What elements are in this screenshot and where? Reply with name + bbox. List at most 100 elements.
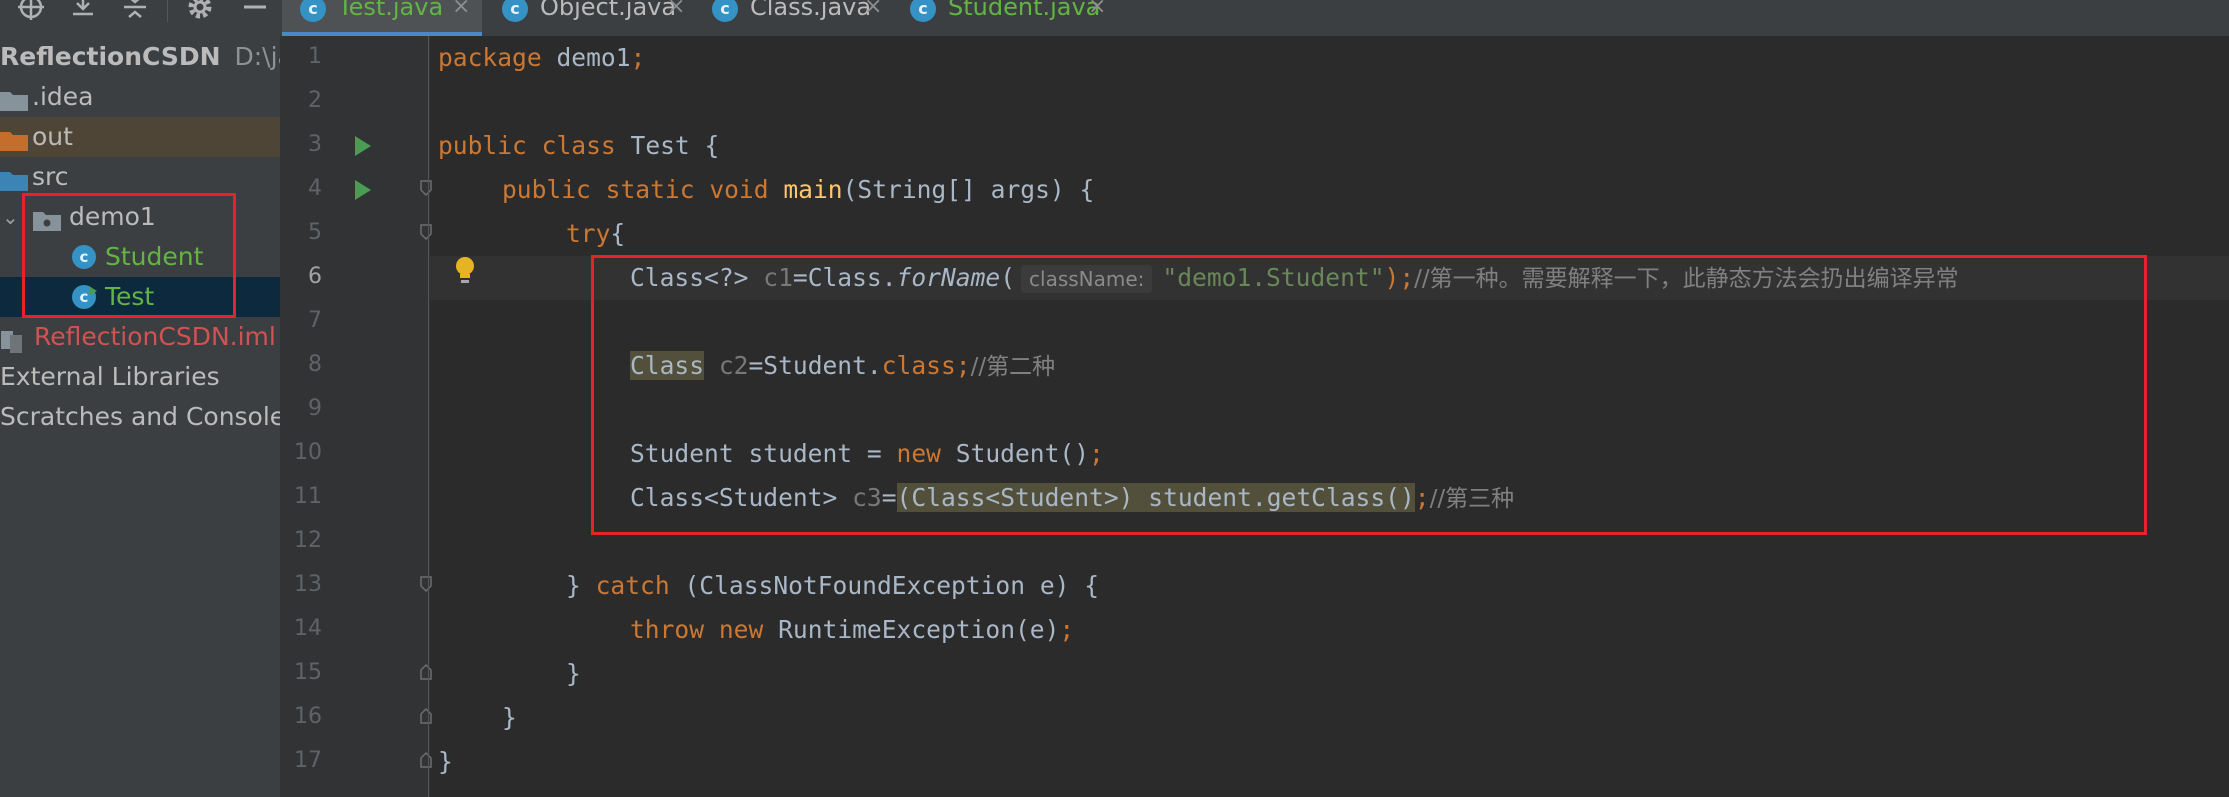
editor-tab-bar: c Test.java × c Object.java × c Class.ja…	[280, 0, 2229, 37]
line-number: 8	[308, 352, 322, 377]
lightbulb-icon[interactable]	[453, 256, 477, 286]
code-line-4[interactable]: public static void main(String[] args) {	[502, 168, 1094, 212]
keyword: public	[502, 175, 591, 204]
code-text: (String[] args) {	[842, 175, 1095, 204]
close-icon[interactable]: ×	[667, 0, 685, 18]
line-number: 9	[308, 396, 322, 421]
line-number: 13	[294, 572, 322, 597]
tree-item-label: src	[32, 162, 69, 191]
locate-icon[interactable]	[16, 0, 46, 22]
project-name: ReflectionCSDN	[0, 42, 221, 71]
tree-item-label: .idea	[32, 82, 94, 111]
gear-icon[interactable]	[185, 0, 215, 22]
java-class-icon: c	[502, 0, 528, 22]
code-text: }	[502, 703, 517, 732]
expand-all-icon[interactable]	[68, 0, 98, 22]
close-icon[interactable]: ×	[864, 0, 882, 18]
tab-label: Object.java	[540, 0, 677, 21]
line-number: 15	[294, 660, 322, 685]
close-icon[interactable]: ×	[1088, 0, 1106, 18]
line-number: 7	[308, 308, 322, 333]
tree-item-out[interactable]: out	[0, 117, 280, 157]
code-line-17[interactable]: }	[438, 740, 453, 784]
tree-item-idea[interactable]: .idea	[0, 77, 280, 117]
code-text: RuntimeException(e)	[763, 615, 1060, 644]
keyword: public	[438, 131, 527, 160]
line-number: 2	[308, 88, 322, 113]
semicolon: ;	[630, 43, 646, 72]
run-icon[interactable]	[355, 180, 371, 200]
tab-label: Test.java	[338, 0, 444, 21]
annotation-highlight-box	[591, 255, 2147, 535]
java-class-icon: c	[300, 0, 326, 22]
tree-item-label: out	[32, 122, 73, 151]
keyword: catch	[595, 571, 670, 600]
tree-item-src[interactable]: src	[0, 157, 280, 197]
run-icon[interactable]	[355, 136, 371, 156]
fold-icon[interactable]	[420, 576, 432, 592]
code-editor[interactable]: 1 2 3 4 5 6 7 8 9 10 11 12 13 14 15 16 1…	[280, 36, 2229, 797]
code-line-13[interactable]: } catch (ClassNotFoundException e) {	[566, 564, 1099, 608]
code-text: }	[438, 747, 453, 776]
keyword: class	[541, 131, 616, 160]
fold-end-icon[interactable]	[420, 664, 432, 680]
line-number: 6	[308, 264, 322, 289]
line-number: 5	[308, 220, 322, 245]
code-text: demo1	[541, 43, 631, 72]
line-number: 17	[294, 748, 322, 773]
line-number: 14	[294, 616, 322, 641]
tree-item-external-libraries[interactable]: External Libraries	[0, 357, 280, 397]
tree-item-label: ReflectionCSDN.iml	[34, 322, 276, 351]
project-root-label: ReflectionCSDN D:\java	[0, 37, 280, 77]
code-line-3[interactable]: public class Test {	[438, 124, 719, 168]
fold-end-icon[interactable]	[420, 708, 432, 724]
tab-test-java[interactable]: c Test.java ×	[282, 0, 482, 36]
semicolon: ;	[1059, 615, 1075, 644]
java-class-icon: c	[910, 0, 936, 22]
line-number: 16	[294, 704, 322, 729]
code-line-5[interactable]: try{	[566, 212, 625, 256]
line-number: 1	[308, 44, 322, 69]
tree-item-project-root[interactable]: ReflectionCSDN D:\java	[0, 37, 280, 77]
chevron-down-icon[interactable]: ⌄	[2, 197, 19, 237]
folder-icon	[0, 85, 28, 111]
code-line-16[interactable]: }	[502, 696, 517, 740]
java-class-icon: c	[712, 0, 738, 22]
hide-icon[interactable]	[240, 0, 270, 22]
tree-item-scratches[interactable]: Scratches and Consoles	[0, 397, 280, 437]
fold-end-icon[interactable]	[420, 752, 432, 768]
module-file-icon	[0, 325, 28, 353]
keyword: package	[438, 43, 542, 72]
tab-class-java[interactable]: c Class.java ×	[694, 0, 890, 36]
gutter-separator	[428, 36, 429, 797]
code-text: {	[610, 219, 626, 248]
project-toolbar	[0, 0, 280, 36]
code-text: (ClassNotFoundException e) {	[669, 571, 1100, 600]
line-number: 12	[294, 528, 322, 553]
line-number: 11	[294, 484, 322, 509]
tab-label: Student.java	[948, 0, 1101, 21]
tab-student-java[interactable]: c Student.java ×	[892, 0, 1124, 36]
code-text: Test {	[615, 131, 720, 160]
tree-item-iml[interactable]: ReflectionCSDN.iml	[0, 317, 280, 357]
tree-item-label: Scratches and Consoles	[0, 402, 280, 431]
keyword: try	[566, 219, 611, 248]
tab-label: Class.java	[750, 0, 872, 21]
tab-object-java[interactable]: c Object.java ×	[484, 0, 692, 36]
code-line-15[interactable]: }	[566, 652, 581, 696]
collapse-all-icon[interactable]	[120, 0, 150, 22]
line-number: 10	[294, 440, 322, 465]
excluded-folder-icon	[0, 125, 28, 151]
close-icon[interactable]: ×	[452, 0, 470, 18]
code-text: }	[566, 571, 596, 600]
source-folder-icon	[0, 165, 28, 191]
code-text: }	[566, 659, 581, 688]
line-number: 3	[308, 132, 322, 157]
editor-gutter: 1 2 3 4 5 6 7 8 9 10 11 12 13 14 15 16 1…	[280, 36, 432, 797]
method-name: main	[783, 175, 843, 204]
fold-icon[interactable]	[420, 224, 432, 240]
fold-icon[interactable]	[420, 180, 432, 196]
toolbar-separator	[167, 0, 168, 22]
code-line-14[interactable]: throw new RuntimeException(e);	[630, 608, 1074, 652]
code-line-1[interactable]: package demo1;	[438, 36, 645, 80]
